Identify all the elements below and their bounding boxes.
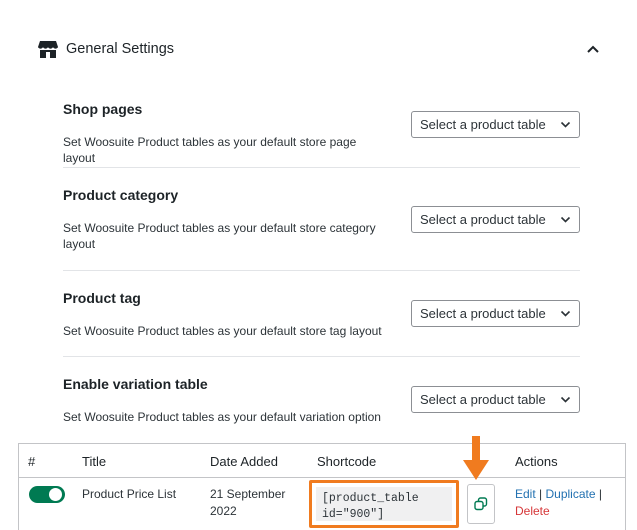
product-category-select[interactable]: Select a product table (411, 206, 580, 233)
select-value: Select a product table (420, 392, 546, 407)
divider (63, 167, 580, 168)
setting-label: Product tag (63, 290, 141, 306)
chevron-down-icon (560, 310, 571, 317)
setting-description: Set Woosuite Product tables as your defa… (63, 324, 382, 338)
toggle-knob (49, 488, 62, 501)
column-header-date-added: Date Added (210, 454, 278, 469)
general-settings-header[interactable]: General Settings (38, 38, 606, 62)
product-tag-select[interactable]: Select a product table (411, 300, 580, 327)
store-icon (38, 41, 58, 58)
action-separator: | (539, 487, 543, 501)
copy-shortcode-button[interactable] (467, 484, 495, 524)
copy-icon (474, 497, 488, 511)
row-actions: Edit | Duplicate | Delete (515, 486, 615, 520)
general-settings-title: General Settings (66, 41, 175, 57)
chevron-down-icon (560, 396, 571, 403)
variation-table-select[interactable]: Select a product table (411, 386, 580, 413)
setting-label: Product category (63, 187, 179, 203)
edit-link[interactable]: Edit (515, 487, 536, 501)
setting-description: Set Woosuite Product tables as your defa… (63, 221, 376, 251)
setting-description: Set Woosuite Product tables as your defa… (63, 135, 357, 165)
column-header-actions: Actions (515, 454, 558, 469)
setting-label: Enable variation table (63, 376, 208, 392)
arrow-down-icon (463, 436, 489, 480)
chevron-down-icon (560, 121, 571, 128)
setting-label: Shop pages (63, 101, 143, 117)
divider (63, 270, 580, 271)
setting-product-tag: Product tag Set Woosuite Product tables … (63, 290, 580, 345)
date-added: 21 September 2022 (210, 487, 286, 518)
enable-toggle[interactable] (29, 486, 65, 503)
shortcode-highlight: [product_table id="900"] (309, 480, 459, 528)
table-header: # Title Date Added Shortcode Actions (19, 444, 625, 478)
shortcode-field[interactable]: [product_table id="900"] (316, 487, 452, 521)
divider (63, 356, 580, 357)
select-value: Select a product table (420, 306, 546, 321)
product-tables-list: # Title Date Added Shortcode Actions Pro… (18, 443, 626, 530)
column-header-number: # (28, 454, 36, 469)
delete-link[interactable]: Delete (515, 504, 550, 518)
shop-pages-select[interactable]: Select a product table (411, 111, 580, 138)
select-value: Select a product table (420, 212, 546, 227)
duplicate-link[interactable]: Duplicate (546, 487, 596, 501)
action-separator: | (598, 487, 602, 501)
chevron-down-icon (560, 216, 571, 223)
setting-product-category: Product category Set Woosuite Product ta… (63, 187, 580, 257)
setting-variation-table: Enable variation table Set Woosuite Prod… (63, 376, 580, 431)
column-header-title: Title (82, 454, 107, 469)
settings-panel: General Settings Shop pages Set Woosuite… (0, 0, 637, 530)
column-header-shortcode: Shortcode (317, 454, 377, 469)
setting-description: Set Woosuite Product tables as your defa… (63, 410, 381, 424)
setting-shop-pages: Shop pages Set Woosuite Product tables a… (63, 101, 580, 165)
chevron-up-icon[interactable] (586, 42, 600, 56)
select-value: Select a product table (420, 117, 546, 132)
table-title: Product Price List (82, 487, 177, 501)
